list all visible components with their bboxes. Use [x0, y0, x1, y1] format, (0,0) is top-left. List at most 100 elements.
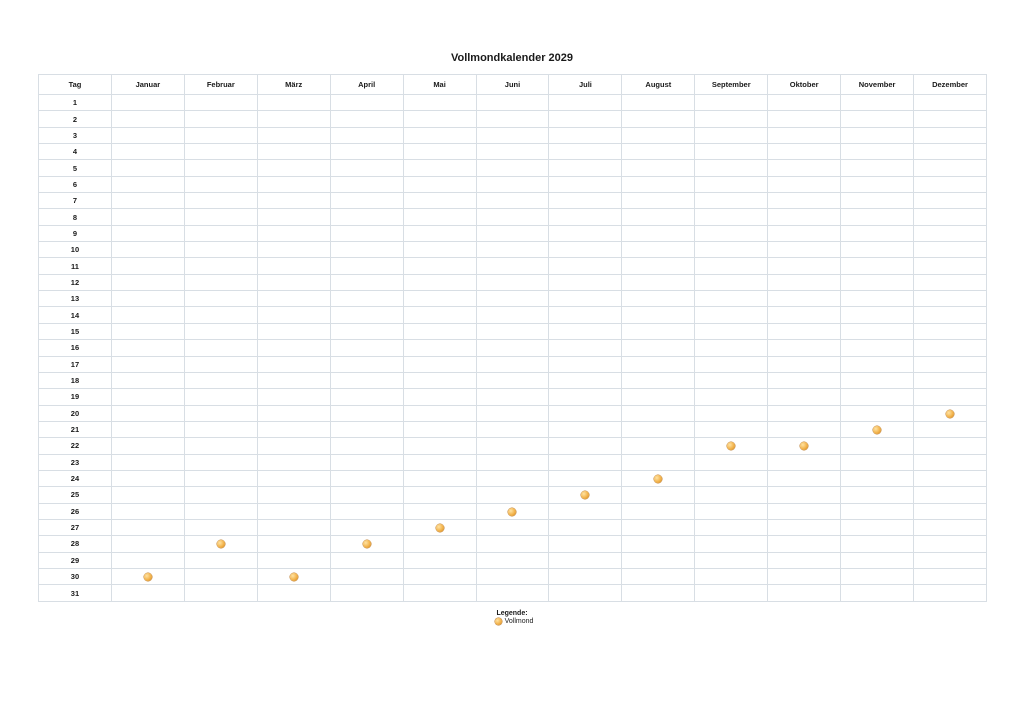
- day-cell: [183, 420, 258, 439]
- day-cell: [183, 192, 258, 210]
- day-cell: [256, 175, 331, 194]
- table-row: 14: [38, 306, 987, 324]
- day-cell: [767, 371, 842, 390]
- day-cell: [402, 535, 477, 553]
- day-cell: [840, 208, 915, 226]
- month-header: Oktober: [767, 74, 842, 95]
- day-cell: [183, 518, 258, 537]
- day-cell: [256, 273, 331, 292]
- day-cell: [402, 290, 477, 308]
- day-cell: [548, 535, 623, 553]
- day-cell: [329, 192, 404, 210]
- day-cell: [402, 143, 477, 161]
- day-cell: [402, 208, 477, 226]
- day-cell: [256, 502, 331, 520]
- day-cell: [767, 502, 842, 520]
- day-cell: [548, 551, 623, 569]
- full-moon-icon: [216, 540, 225, 549]
- day-cell: [329, 175, 404, 194]
- day-cell: [256, 518, 331, 537]
- day-cell: [548, 224, 623, 243]
- full-moon-icon: [946, 409, 955, 418]
- day-cell: [548, 355, 623, 373]
- day-number: 29: [38, 551, 112, 569]
- day-cell: [694, 567, 769, 586]
- day-cell: [694, 486, 769, 504]
- day-cell: [475, 567, 550, 586]
- day-cell: [694, 322, 769, 341]
- day-cell: [694, 257, 769, 275]
- table-row: 28: [38, 535, 987, 553]
- day-cell: [621, 453, 696, 471]
- full-moon-icon: [727, 442, 736, 451]
- full-moon-icon: [289, 573, 298, 582]
- day-cell: [694, 518, 769, 537]
- day-cell: [694, 371, 769, 390]
- day-cell: [329, 355, 404, 373]
- day-cell: [913, 110, 987, 128]
- day-cell: [840, 241, 915, 259]
- day-cell: [621, 322, 696, 341]
- day-cell: [840, 257, 915, 275]
- table-row: 30: [38, 567, 987, 586]
- day-cell: [402, 388, 477, 406]
- day-cell: [256, 93, 331, 112]
- day-cell: [840, 535, 915, 553]
- day-cell: [694, 224, 769, 243]
- page-title: Vollmondkalender 2029: [450, 52, 574, 64]
- day-cell: [694, 535, 769, 553]
- full-moon-icon: [508, 507, 517, 516]
- day-cell: [621, 355, 696, 373]
- table-row: 18: [38, 371, 987, 390]
- day-cell: [475, 208, 550, 226]
- day-cell: [913, 93, 987, 112]
- day-cell: [913, 567, 987, 586]
- day-cell: [767, 224, 842, 243]
- day-cell: [110, 208, 185, 226]
- day-cell: [767, 453, 842, 471]
- day-cell: [256, 126, 331, 145]
- day-cell: [694, 469, 769, 488]
- day-number: 13: [38, 290, 112, 308]
- day-cell: [913, 241, 987, 259]
- day-cell: [402, 355, 477, 373]
- month-header: März: [256, 74, 331, 95]
- day-cell: [913, 420, 987, 439]
- day-number: 7: [38, 192, 112, 210]
- day-cell: [402, 126, 477, 145]
- day-cell: [402, 175, 477, 194]
- day-cell: [329, 388, 404, 406]
- day-cell: [110, 371, 185, 390]
- day-cell: [767, 420, 842, 439]
- day-cell: [767, 257, 842, 275]
- legend-item: Vollmond: [4, 618, 1024, 625]
- day-cell: [767, 404, 842, 422]
- day-cell: [694, 110, 769, 128]
- day-cell: [402, 437, 477, 455]
- day-cell: [548, 290, 623, 308]
- header-row: Tag Januar Februar März April Mai Juni Juli Aug…: [38, 74, 987, 95]
- day-number: 11: [38, 257, 112, 275]
- month-header: August: [621, 74, 696, 95]
- month-header: April: [329, 74, 404, 95]
- day-cell: [110, 486, 185, 504]
- day-cell: [110, 306, 185, 324]
- day-cell: [110, 584, 185, 602]
- day-cell: [548, 257, 623, 275]
- day-cell: [694, 192, 769, 210]
- table-row: 31: [38, 584, 987, 602]
- day-cell: [840, 584, 915, 602]
- day-cell: [913, 486, 987, 504]
- day-cell: [475, 126, 550, 145]
- day-cell: [110, 518, 185, 537]
- day-cell: [621, 371, 696, 390]
- day-cell: [402, 273, 477, 292]
- day-number: 25: [38, 486, 112, 504]
- day-cell: [840, 437, 915, 455]
- day-cell: [621, 192, 696, 210]
- month-header: Januar: [110, 74, 185, 95]
- day-cell: [548, 159, 623, 177]
- table-row: 10: [38, 241, 987, 259]
- day-number: 10: [38, 241, 112, 259]
- day-cell: [475, 110, 550, 128]
